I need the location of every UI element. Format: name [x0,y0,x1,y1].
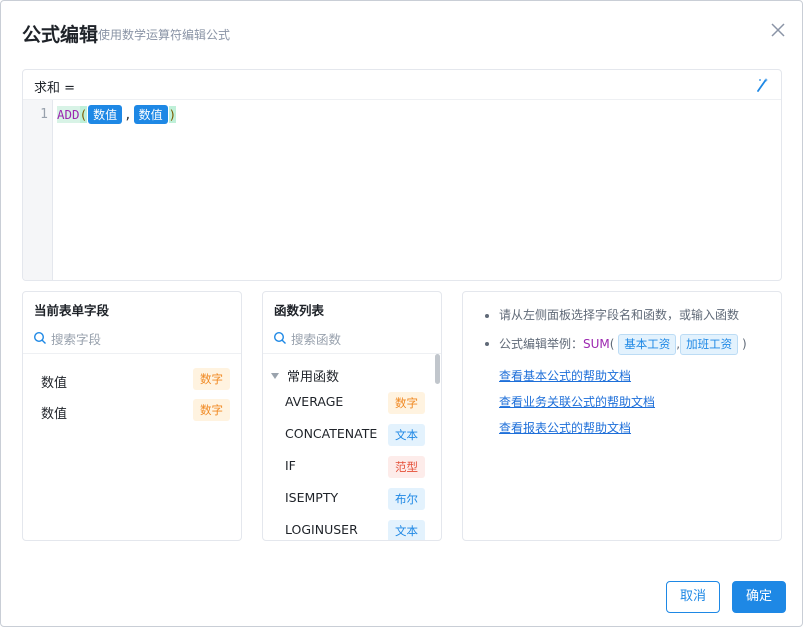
formula-field-label: 求和 = [34,81,76,96]
function-name: ISEMPTY [285,490,339,505]
confirm-button[interactable]: 确定 [732,581,786,613]
example-function: SUM [583,337,610,351]
line-gutter: 1 [23,100,53,280]
help-link-business[interactable]: 查看业务关联公式的帮助文档 [499,393,655,410]
function-name: IF [285,458,296,473]
function-type-badge: 范型 [388,456,425,478]
search-icon [33,331,46,344]
field-search-input[interactable]: 搜索字段 [51,329,101,348]
functions-panel-title: 函数列表 [274,303,325,318]
help-tip-example: 公式编辑举例：SUM( 基本工资, 加班工资 ) [483,334,771,355]
field-item[interactable]: 数值 数字 [23,366,241,394]
function-group-toggle[interactable]: 常用函数 [271,366,339,385]
function-name: LOGINUSER [285,522,358,537]
field-search[interactable]: 搜索字段 [23,322,241,354]
example-open-paren: ( [609,337,615,351]
function-type-badge: 文本 [388,520,425,540]
scrollbar[interactable] [435,354,440,384]
close-icon[interactable] [769,21,787,39]
example-arg-chip: 加班工资 [680,334,739,355]
formula-comma: , [124,107,132,122]
function-name: CONCATENATE [285,426,378,441]
function-type-badge: 布尔 [388,488,425,510]
field-item[interactable]: 数值 数字 [23,397,241,425]
function-item[interactable]: AVERAGE 数字 [263,388,429,418]
function-item[interactable]: LOGINUSER 文本 [263,516,429,540]
formula-function: ADD [57,106,80,123]
help-tip: 请从左侧面板选择字段名和函数，或输入函数 [483,306,771,325]
collapse-triangle-icon [271,372,279,379]
help-link-report[interactable]: 查看报表公式的帮助文档 [499,419,631,436]
function-name: AVERAGE [285,394,344,409]
search-icon [273,331,286,344]
example-close-paren: ) [741,337,747,351]
formula-editor[interactable]: 求和 = 1 ADD ( 数值 , 数值 ) [22,69,782,281]
fields-panel: 当前表单字段 搜索字段 数值 数字 数值 数字 [22,291,242,541]
function-search-input[interactable]: 搜索函数 [291,329,341,348]
formula-open-paren: ( [79,106,88,123]
formula-editor-dialog: 公式编辑 使用数学运算符编辑公式 求和 = 1 ADD ( 数值 , 数值 ) … [0,0,803,627]
field-name: 数值 [41,376,68,391]
help-link-basic[interactable]: 查看基本公式的帮助文档 [499,367,631,384]
formula-arg-chip[interactable]: 数值 [88,105,123,124]
function-item[interactable]: CONCATENATE 文本 [263,420,429,450]
field-type-badge: 数字 [193,368,230,390]
function-group-label: 常用函数 [287,370,340,385]
example-prefix: 公式编辑举例： [499,337,584,351]
example-arg-chip: 基本工资 [618,334,677,355]
fields-panel-title: 当前表单字段 [34,303,110,318]
function-type-badge: 文本 [388,424,425,446]
formula-arg-chip[interactable]: 数值 [133,105,168,124]
function-item[interactable]: IF 范型 [263,452,429,482]
formula-close-paren: ) [168,106,177,123]
function-item[interactable]: ISEMPTY 布尔 [263,484,429,514]
help-tips: 请从左侧面板选择字段名和函数，或输入函数 公式编辑举例：SUM( 基本工资, 加班… [483,306,771,364]
cancel-button[interactable]: 取消 [666,581,720,613]
editor-header: 求和 = [23,70,781,100]
magic-wand-icon[interactable] [753,76,771,94]
function-type-badge: 数字 [388,392,425,414]
field-name: 数值 [41,407,68,422]
help-tip-text: 请从左侧面板选择字段名和函数，或输入函数 [499,308,740,322]
functions-panel: 函数列表 搜索函数 常用函数 AVERAGE 数字 CONCATENATE 文本… [262,291,442,541]
formula-code[interactable]: ADD ( 数值 , 数值 ) [57,105,177,124]
help-panel: 请从左侧面板选择字段名和函数，或输入函数 公式编辑举例：SUM( 基本工资, 加班… [462,291,782,541]
dialog-subtitle: 使用数学运算符编辑公式 [98,28,231,42]
dialog-title: 公式编辑 [22,24,99,46]
function-search[interactable]: 搜索函数 [263,322,441,354]
field-type-badge: 数字 [193,399,230,421]
line-number: 1 [40,107,48,122]
